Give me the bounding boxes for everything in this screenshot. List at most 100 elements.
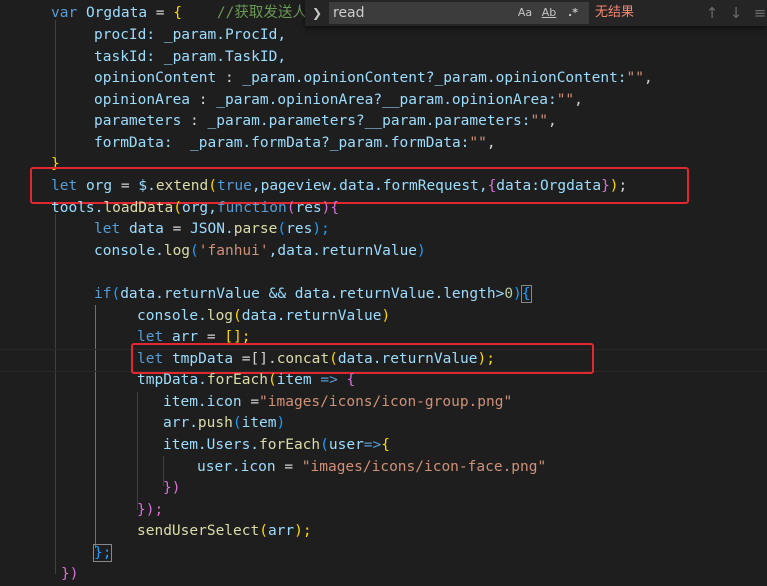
token: ) [381,308,391,324]
code-line-22: }) [163,478,180,500]
token: { [381,437,390,453]
code-line-2: procId: _param.ProcId, [94,25,286,47]
token: JSON. [190,221,234,237]
token: res [295,200,322,216]
token: forEach [259,437,321,453]
token: { [520,285,532,303]
code-line-25: }; [92,543,113,565]
token: _param.TaskID, [163,49,287,65]
next-match-icon[interactable]: ↓ [725,0,747,26]
token: taskId: [94,49,156,65]
token: data.returnValue [241,308,382,324]
token: opinionContent [94,70,217,86]
token: : [198,92,208,108]
find-in-selection-icon[interactable]: ≡ [749,0,767,26]
token: "images/icons/icon-face.png" [301,459,547,475]
token: _param.opinionArea?__param.opinionArea: [216,92,557,108]
token: "images/icons/icon-group.png" [259,394,513,410]
token: ( [233,308,242,324]
code-line-5: opinionArea : _param.opinionArea?__param… [94,90,583,112]
token: parse [233,221,278,237]
token: ) [513,286,522,302]
code-line-7: formData: _param.formData?_param.formDat… [94,133,496,155]
token: ){ [321,200,340,216]
find-input-container: Aa Ab .* [329,2,589,24]
token: console. [137,308,207,324]
token: procId: [94,27,156,43]
code-line-11: let data = JSON.parse(res); [94,219,330,241]
code-line-3: taskId: _param.TaskID, [94,47,286,69]
code-line-13: if(data.returnValue && data.returnValue.… [94,284,532,306]
token: data [128,221,164,237]
token: = [250,394,260,410]
token: : [190,113,199,129]
regex-icon[interactable]: .* [564,5,582,21]
token: _param.opinionContent?_param.opinionCont… [242,70,627,86]
indent-guide [55,214,56,574]
token: "" [469,135,487,151]
code-line-12: console.log('fanhui',data.returnValue) [94,241,426,263]
token: , [574,92,583,108]
token: function [216,200,287,216]
whole-word-icon[interactable]: Ab [539,5,559,21]
token: _param.formData?_param.formData: [190,135,470,151]
token: loadData [103,200,174,216]
token: ( [190,243,199,259]
token: = [155,5,165,21]
token: user [328,437,364,453]
token: ( [173,200,182,216]
token: parameters [94,113,182,129]
token: ); [312,221,330,237]
code-line-6: parameters : _param.parameters?__param.p… [94,111,557,133]
comment: //获取发送人 [216,5,307,21]
token: ( [277,221,287,237]
code-line-17: tmpData.forEach(item => { [137,370,355,392]
token: console. [94,243,164,259]
token: 0 [504,286,514,302]
token: ( [111,286,121,302]
code-line-14: console.log(data.returnValue) [137,306,390,328]
token: "" [530,113,548,129]
token: { [346,372,356,388]
previous-match-icon[interactable]: ↑ [701,0,723,26]
token: item [241,415,277,431]
token: { [173,5,182,21]
token: item.icon [163,394,242,410]
find-input[interactable] [333,2,513,24]
token: item [276,372,312,388]
code-editor[interactable]: var Orgdata = { //获取发送人 procId: _param.P… [0,0,767,582]
token: => [320,372,338,388]
token: var [51,5,78,21]
code-line-10: tools.loadData(org,function(res){ [51,198,339,220]
token: item.Users. [163,437,260,453]
token: Orgdata [85,5,148,21]
token: let [94,221,121,237]
token: arr [267,523,295,539]
toggle-replace-chevron-icon[interactable]: ❯ [305,0,329,26]
token: ( [320,437,329,453]
token: }) [163,480,181,496]
token: }) [61,566,79,582]
code-line-1: var Orgdata = { //获取发送人 [51,3,307,25]
token: ( [232,415,242,431]
token: tools. [51,200,104,216]
code-line-18: item.icon ="images/icons/icon-group.png" [163,392,512,414]
token: => [363,437,382,453]
indent-guide-active [95,305,96,548]
token: sendUserSelect [137,523,260,539]
token: data.returnValue && data.returnValue.len… [120,286,505,302]
token: log [206,308,234,324]
token: }; [92,544,113,562]
token: "" [626,70,644,86]
token: = [172,221,182,237]
token: , [548,113,557,129]
token: ,data.returnValue [268,243,418,259]
match-case-icon[interactable]: Aa [515,5,535,21]
token: arr. [163,415,198,431]
code-line-20: item.Users.forEach(user=>{ [163,435,390,457]
indent-guide [55,20,56,170]
code-line-24: sendUserSelect(arr); [137,521,312,543]
find-widget: ❯ Aa Ab .* 无结果 ↑ ↓ ≡ [305,0,767,26]
token: , [644,70,653,86]
code-line-19: arr.push(item) [163,413,285,435]
